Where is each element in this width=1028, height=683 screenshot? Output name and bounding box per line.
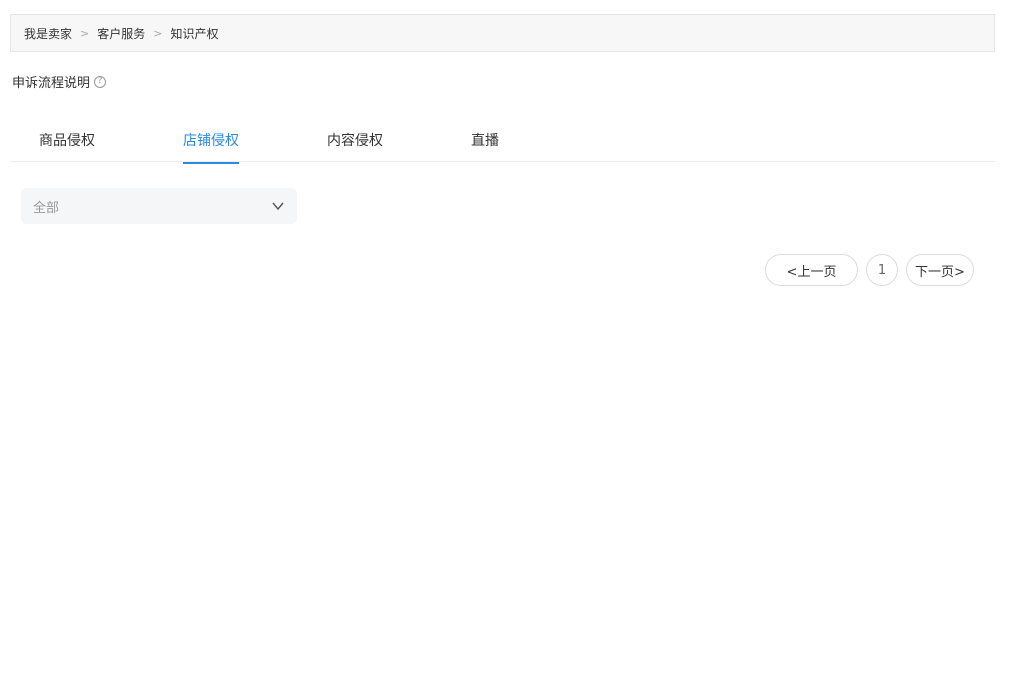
tab-live-stream[interactable]: 直播 <box>471 130 499 162</box>
breadcrumb-item-seller[interactable]: 我是卖家 <box>24 25 72 42</box>
breadcrumb-separator: > <box>153 26 163 40</box>
category-select[interactable]: 全部 <box>21 188 297 224</box>
tab-bar: 商品侵权 店铺侵权 内容侵权 直播 <box>10 118 995 164</box>
appeal-process-label: 申诉流程说明 <box>12 76 91 91</box>
tab-product-infringement[interactable]: 商品侵权 <box>39 130 95 162</box>
breadcrumb-item-ip: 知识产权 <box>170 26 219 41</box>
tab-content-infringement[interactable]: 内容侵权 <box>327 130 383 162</box>
page-number-button[interactable]: 1 <box>866 254 898 286</box>
breadcrumb-separator: > <box>80 26 90 40</box>
category-select-value: 全部 <box>33 200 60 216</box>
question-icon[interactable]: ? <box>94 75 107 88</box>
next-page-button[interactable]: 下一页> <box>906 254 974 286</box>
appeal-process-help[interactable]: 申诉流程说明 ? <box>12 72 107 91</box>
tab-store-infringement[interactable]: 店铺侵权 <box>183 130 239 164</box>
breadcrumb-item-customer-service[interactable]: 客户服务 <box>97 25 145 42</box>
chevron-down-icon <box>272 202 284 211</box>
prev-page-button[interactable]: <上一页 <box>765 254 858 286</box>
breadcrumb: 我是卖家 > 客户服务 > 知识产权 <box>10 14 995 52</box>
